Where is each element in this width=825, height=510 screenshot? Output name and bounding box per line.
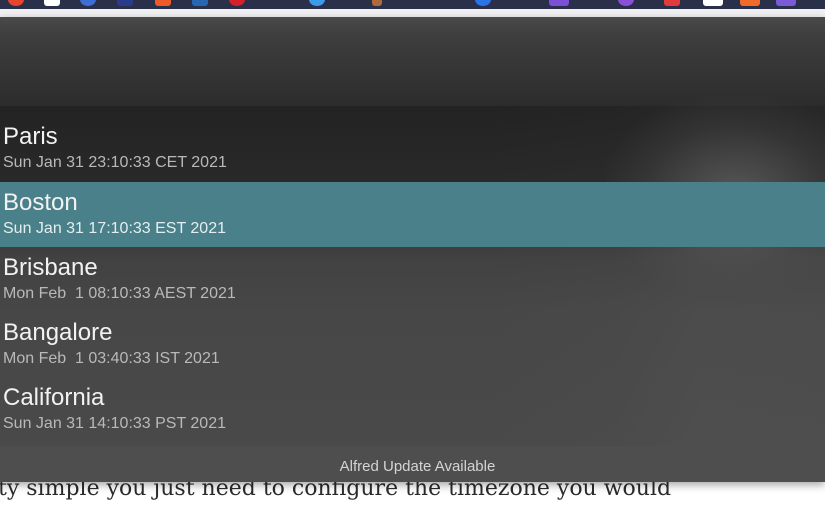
menubar-app-icon[interactable] xyxy=(703,0,723,6)
menubar-app-icon[interactable] xyxy=(155,0,171,6)
menubar-app-icon[interactable] xyxy=(664,0,680,6)
menubar-app-icon[interactable] xyxy=(776,0,796,6)
menubar-app-icon[interactable] xyxy=(44,0,60,6)
result-item-brisbane[interactable]: Brisbane Mon Feb 1 08:10:33 AEST 2021 xyxy=(0,247,825,312)
result-title: California xyxy=(3,384,105,411)
result-title: Bangalore xyxy=(3,319,113,346)
result-item-paris[interactable]: Paris Sun Jan 31 23:10:33 CET 2021 xyxy=(0,116,825,181)
result-title: Boston xyxy=(3,189,78,216)
result-subtitle: Mon Feb 1 03:40:33 IST 2021 xyxy=(3,350,220,367)
menubar-app-icon[interactable] xyxy=(475,0,491,6)
result-title: Paris xyxy=(3,123,58,150)
result-subtitle: Sun Jan 31 23:10:33 CET 2021 xyxy=(3,154,227,171)
result-subtitle: Sun Jan 31 17:10:33 EST 2021 xyxy=(3,220,226,237)
alfred-search-input[interactable] xyxy=(0,17,825,106)
menubar-app-icon[interactable] xyxy=(192,0,208,6)
result-title: Brisbane xyxy=(3,254,98,281)
menubar xyxy=(0,0,825,9)
alfred-results-list: Paris Sun Jan 31 23:10:33 CET 2021 Bosto… xyxy=(0,96,825,446)
alfred-footer: Alfred Update Available xyxy=(0,446,825,482)
result-item-boston[interactable]: Boston Sun Jan 31 17:10:33 EST 2021 xyxy=(0,182,825,247)
menubar-app-icon[interactable] xyxy=(229,0,245,6)
update-available-notice[interactable]: Alfred Update Available xyxy=(0,458,825,475)
menubar-app-icon[interactable] xyxy=(117,0,133,6)
menubar-app-icon[interactable] xyxy=(618,0,634,6)
result-subtitle: Mon Feb 1 08:10:33 AEST 2021 xyxy=(3,285,236,302)
alfred-window: Paris Sun Jan 31 23:10:33 CET 2021 Bosto… xyxy=(0,17,825,482)
menubar-app-icon[interactable] xyxy=(80,0,96,6)
menubar-app-icon[interactable] xyxy=(740,0,760,6)
menubar-app-icon[interactable] xyxy=(309,0,325,6)
result-item-bangalore[interactable]: Bangalore Mon Feb 1 03:40:33 IST 2021 xyxy=(0,312,825,377)
result-item-california[interactable]: California Sun Jan 31 14:10:33 PST 2021 xyxy=(0,377,825,442)
menubar-app-icon[interactable] xyxy=(8,0,24,6)
menubar-app-icon[interactable] xyxy=(372,0,382,6)
result-subtitle: Sun Jan 31 14:10:33 PST 2021 xyxy=(3,415,226,432)
menubar-app-icon[interactable] xyxy=(549,0,569,6)
